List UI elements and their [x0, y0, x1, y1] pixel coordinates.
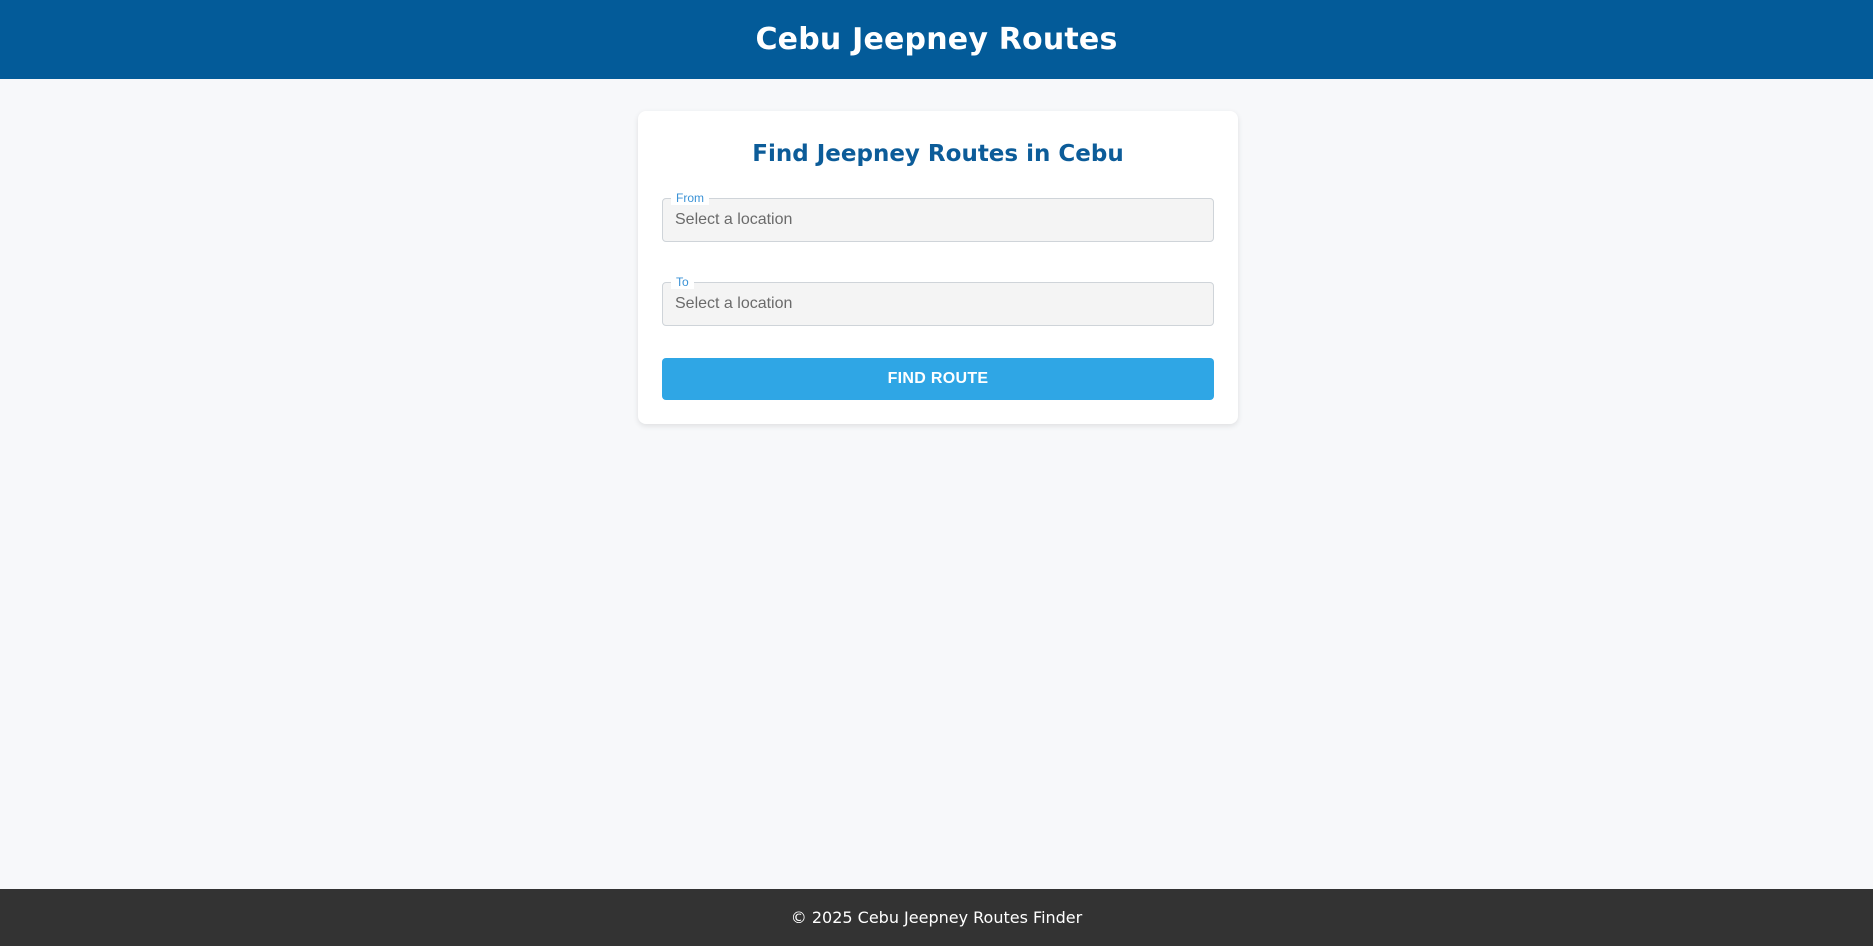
from-input[interactable] [663, 199, 1213, 241]
to-input[interactable] [663, 283, 1213, 325]
route-search-card: Find Jeepney Routes in Cebu From To FIND… [638, 111, 1238, 424]
page: Cebu Jeepney Routes Find Jeepney Routes … [0, 0, 1873, 946]
to-field[interactable]: To [662, 275, 1214, 326]
footer-copyright: © 2025 Cebu Jeepney Routes Finder [790, 908, 1083, 927]
from-field[interactable]: From [662, 191, 1214, 242]
find-route-button[interactable]: FIND ROUTE [662, 358, 1214, 400]
site-header: Cebu Jeepney Routes [0, 0, 1873, 79]
site-title: Cebu Jeepney Routes [755, 22, 1118, 57]
card-title: Find Jeepney Routes in Cebu [752, 141, 1124, 167]
site-footer: © 2025 Cebu Jeepney Routes Finder [0, 889, 1873, 946]
